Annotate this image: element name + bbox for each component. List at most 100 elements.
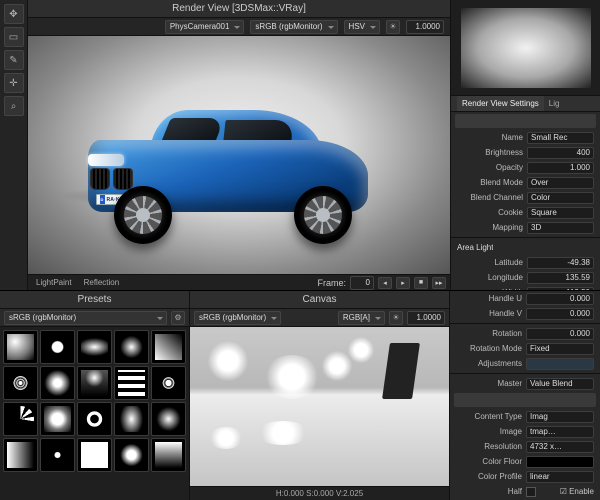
val-name[interactable]: Small Rec: [527, 132, 594, 144]
val-cfloor[interactable]: [526, 456, 594, 468]
val-mapping[interactable]: 3D: [527, 222, 594, 234]
preset-thumb[interactable]: [3, 402, 38, 436]
lbl-handleu: Handle U: [456, 294, 522, 303]
canvas-title: Canvas: [190, 291, 449, 309]
canvas-space-left[interactable]: sRGB (rgbMonitor): [194, 311, 281, 325]
canvas-statusbar: H:0.000 S:0.000 V:2.025: [190, 486, 449, 500]
lbl-blendch: Blend Channel: [457, 193, 523, 202]
preset-thumb[interactable]: [3, 330, 38, 364]
val-handleu[interactable]: 0.000: [526, 293, 594, 305]
presets-panel: Presets sRGB (rgbMonitor) ⚙: [0, 291, 190, 500]
val-rotmode[interactable]: Fixed: [526, 343, 594, 355]
left-toolbar: ✥ ▭ ✎ ✛ ⌕: [0, 0, 28, 290]
val-master[interactable]: Value Blend: [526, 378, 594, 390]
tool-zoom-icon[interactable]: ⌕: [4, 96, 24, 116]
tab-lig[interactable]: Lig: [544, 96, 565, 111]
render-viewport[interactable]: DRA·KL 6136: [28, 36, 450, 274]
stop-button[interactable]: ■: [414, 277, 428, 289]
chk-enable[interactable]: ☑ Enable: [560, 487, 594, 496]
tab-settings[interactable]: Render View Settings: [457, 96, 544, 111]
preset-thumb[interactable]: [114, 438, 149, 472]
val-blendmode[interactable]: Over: [527, 177, 594, 189]
presets-gear-icon[interactable]: ⚙: [171, 311, 185, 325]
val-cprof[interactable]: linear: [526, 471, 594, 483]
canvas-viewport[interactable]: [190, 327, 449, 486]
preset-thumb[interactable]: [40, 438, 75, 472]
preset-thumb[interactable]: [3, 438, 38, 472]
val-rotation[interactable]: 0.000: [526, 328, 594, 340]
light-preview[interactable]: [451, 0, 600, 96]
val-ctype[interactable]: Imag: [526, 411, 594, 423]
lbl-adjust: Adjustments: [456, 359, 522, 368]
lbl-cookie: Cookie: [457, 208, 523, 217]
canvas-exposure-icon[interactable]: ☀: [389, 311, 403, 325]
val-image[interactable]: tmap…: [526, 426, 594, 438]
exposure-icon[interactable]: ☀: [386, 20, 400, 34]
chk-half[interactable]: [526, 487, 536, 497]
prev-frame-button[interactable]: ◂: [378, 277, 392, 289]
preset-thumb[interactable]: [77, 330, 112, 364]
preset-thumb[interactable]: [151, 438, 186, 472]
preset-thumb[interactable]: [151, 402, 186, 436]
tool-brush-icon[interactable]: ✎: [4, 50, 24, 70]
val-brightness[interactable]: 400: [527, 147, 594, 159]
preset-thumb[interactable]: [77, 366, 112, 400]
tool-picker-icon[interactable]: ✛: [4, 73, 24, 93]
preset-thumb[interactable]: [114, 330, 149, 364]
light-preview-canvas: [461, 8, 591, 88]
mode-select[interactable]: HSV: [344, 20, 380, 34]
lbl-lon: Longitude: [457, 273, 523, 282]
val-blendch[interactable]: Color: [527, 192, 594, 204]
preset-thumb[interactable]: [77, 438, 112, 472]
lbl-brightness: Brightness: [457, 148, 523, 157]
canvas-space-right[interactable]: RGB[A]: [338, 311, 385, 325]
camera-select[interactable]: PhysCamera001: [165, 20, 245, 34]
lbl-arealight: Area Light: [457, 243, 493, 252]
car-render: DRA·KL 6136: [78, 94, 378, 244]
frame-label: Frame:: [317, 278, 346, 288]
presets-colorspace[interactable]: sRGB (rgbMonitor): [4, 311, 167, 325]
play-button[interactable]: ▸: [396, 277, 410, 289]
canvas-header: sRGB (rgbMonitor) RGB[A] ☀ 1.0000: [190, 309, 449, 327]
render-status-bar: LightPaint Reflection Frame: 0 ◂ ▸ ■ ▸▸: [28, 274, 450, 290]
preset-thumb[interactable]: [40, 366, 75, 400]
lbl-lat: Latitude: [457, 258, 523, 267]
val-adjust[interactable]: [526, 358, 594, 370]
lbl-opacity: Opacity: [457, 163, 523, 172]
preset-thumb[interactable]: [40, 330, 75, 364]
preset-thumb[interactable]: [114, 402, 149, 436]
preset-grid: [0, 327, 189, 500]
preset-thumb[interactable]: [114, 366, 149, 400]
val-lon[interactable]: 135.59: [527, 272, 594, 284]
lbl-res: Resolution: [456, 442, 522, 451]
frame-field[interactable]: 0: [350, 276, 374, 290]
val-lat[interactable]: -49.38: [527, 257, 594, 269]
lbl-ctype: Content Type: [456, 412, 522, 421]
lbl-handlev: Handle V: [456, 309, 522, 318]
section-header-1[interactable]: [455, 114, 596, 128]
colorspace-select[interactable]: sRGB (rgbMonitor): [250, 20, 337, 34]
render-header: PhysCamera001 sRGB (rgbMonitor) HSV ☀ 1.…: [28, 18, 450, 36]
preset-thumb[interactable]: [151, 366, 186, 400]
right-column-top: Render View Settings Lig Name Small Rec B…: [450, 0, 600, 290]
canvas-exposure-field[interactable]: 1.0000: [407, 311, 445, 325]
tab-reflection[interactable]: Reflection: [80, 278, 124, 287]
tool-rect-icon[interactable]: ▭: [4, 27, 24, 47]
val-handlev[interactable]: 0.000: [526, 308, 594, 320]
val-cookie[interactable]: Square: [527, 207, 594, 219]
preset-thumb[interactable]: [3, 366, 38, 400]
lbl-name: Name: [457, 133, 523, 142]
tab-lightpaint[interactable]: LightPaint: [32, 278, 76, 287]
val-opacity[interactable]: 1.000: [527, 162, 594, 174]
props-tabs: Render View Settings Lig: [451, 96, 600, 112]
preset-thumb[interactable]: [40, 402, 75, 436]
next-frame-button[interactable]: ▸▸: [432, 277, 446, 289]
light-properties-panel: Render View Settings Lig Name Small Rec B…: [451, 96, 600, 290]
preset-thumb[interactable]: [77, 402, 112, 436]
preset-thumb[interactable]: [151, 330, 186, 364]
app-root: ✥ ▭ ✎ ✛ ⌕ Render View [3DSMax::VRay] Phy…: [0, 0, 600, 500]
tool-move-icon[interactable]: ✥: [4, 4, 24, 24]
presets-header: sRGB (rgbMonitor) ⚙: [0, 309, 189, 327]
section-header-2[interactable]: [454, 393, 596, 407]
exposure-field[interactable]: 1.0000: [406, 20, 444, 34]
